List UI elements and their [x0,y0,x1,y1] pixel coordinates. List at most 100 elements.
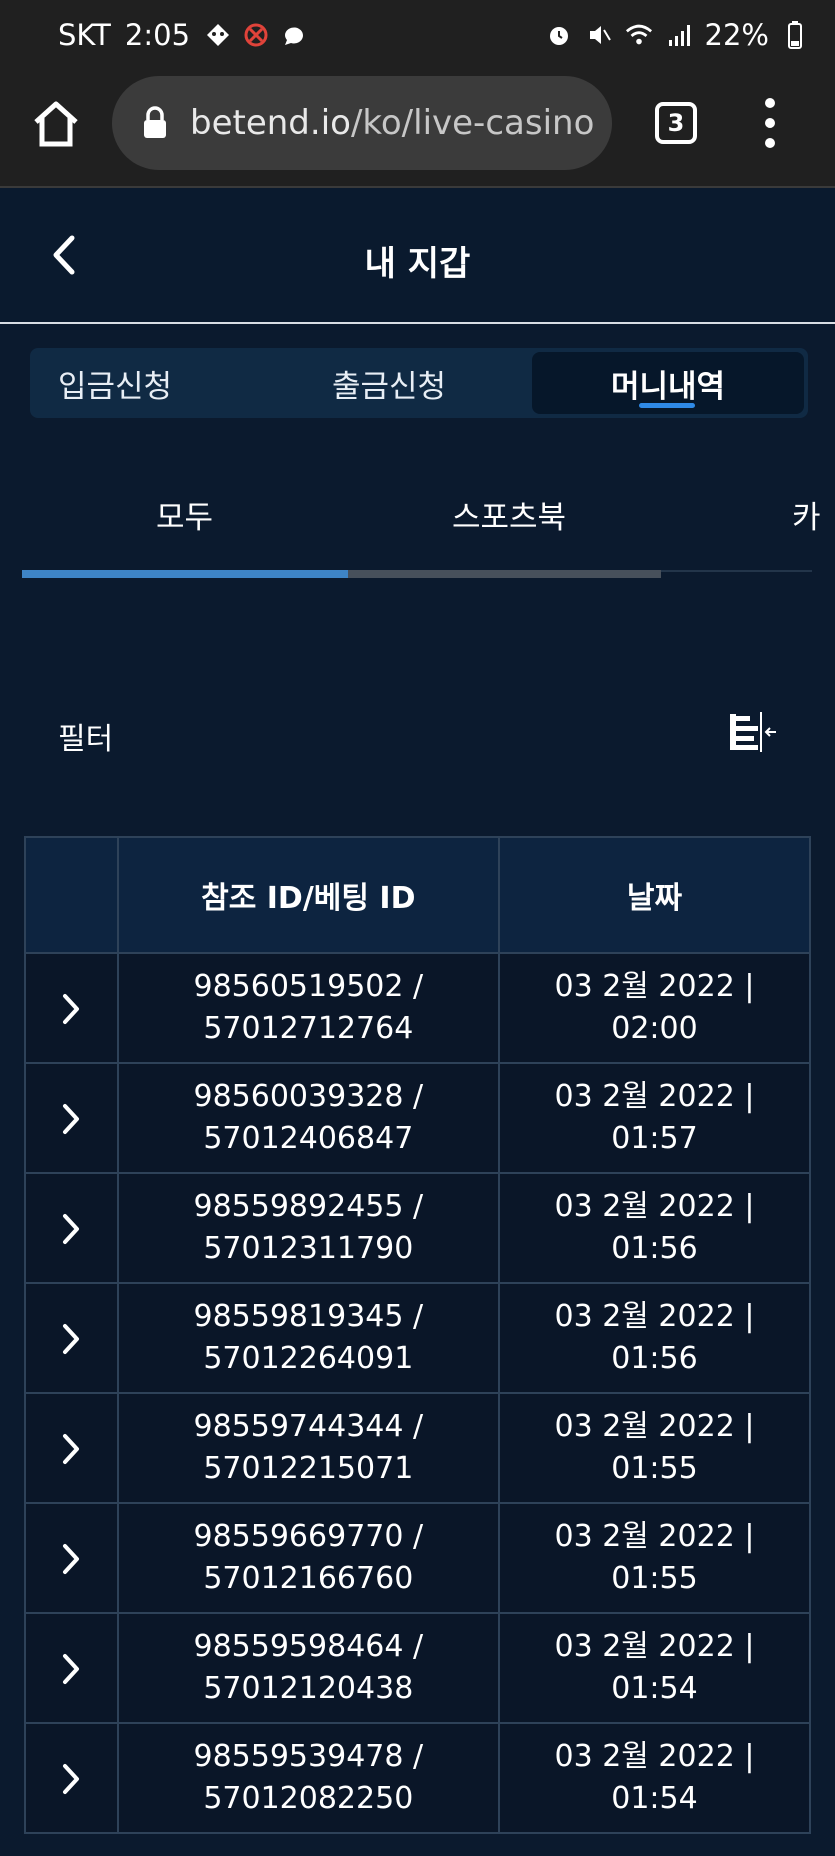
reference-id-cell: 98559669770 / 57012166760 [116,1502,500,1614]
expand-button[interactable] [24,1062,119,1174]
date: 03 2월 2022 | [554,1629,755,1664]
bet-id: 57012311790 [203,1231,414,1266]
table-row[interactable]: 98559598464 / 57012120438 03 2월 2022 | 01:… [24,1612,812,1724]
table-row[interactable]: 98559892455 / 57012311790 03 2월 2022 | 01:… [24,1172,812,1284]
url-path: /ko/live-casino [350,103,595,143]
date-cell: 03 2월 2022 | 02:00 [497,952,812,1064]
money-history-table: 참조 ID/베팅 ID 날짜 98560519502 / 57012712764 … [24,836,812,1834]
table-row[interactable]: 98559744344 / 57012215071 03 2월 2022 | 01:… [24,1392,812,1504]
wifi-icon [625,21,653,49]
date-cell: 03 2월 2022 | 01:54 [497,1722,812,1834]
reference-id-cell: 98559892455 / 57012311790 [116,1172,500,1284]
bet-id: 57012264091 [203,1341,414,1376]
subtab-all[interactable]: 모두 [156,492,213,537]
expand-button[interactable] [24,1392,119,1504]
tab-money-history-label: 머니내역 [610,368,726,405]
expand-button[interactable] [24,1722,119,1834]
signal-icon [665,21,693,49]
reference-id: 98560039328 / [193,1079,424,1114]
reference-id: 98559539478 / [193,1739,424,1774]
chevron-right-icon [63,1763,80,1794]
wallet-tabs: 입금신청 출금신청 머니내역 [30,348,808,418]
chevron-right-icon [63,1213,80,1244]
chat-icon [280,21,308,49]
bet-id: 57012082250 [203,1781,414,1816]
alarm-icon [545,21,573,49]
filter-label: 필터 [58,722,114,757]
expand-button[interactable] [24,1282,119,1394]
page-title: 내 지갑 [364,244,471,284]
filter-icon[interactable] [726,710,778,754]
more-vert-icon[interactable] [760,98,780,148]
time: 01:56 [611,1231,698,1266]
tab-count: 3 [667,109,685,137]
expand-button[interactable] [24,1612,119,1724]
tab-deposit[interactable]: 입금신청 [58,348,172,418]
time: 01:56 [611,1341,698,1376]
time: 01:55 [611,1561,698,1596]
mute-icon [585,21,613,49]
reference-id-cell: 98560039328 / 57012406847 [116,1062,500,1174]
table-row[interactable]: 98559539478 / 57012082250 03 2월 2022 | 01:… [24,1722,812,1834]
bet-id: 57012406847 [203,1121,414,1156]
time: 01:55 [611,1451,698,1486]
history-filter-tabs: 모두 스포츠북 카 [22,468,821,580]
url-bar[interactable]: betend.io/ko/live-casino [112,76,612,170]
tab-money-history[interactable]: 머니내역 [532,352,804,414]
battery-level: 22% [704,18,769,52]
reference-id-cell: 98559744344 / 57012215071 [116,1392,500,1504]
table-row[interactable]: 98560039328 / 57012406847 03 2월 2022 | 01:… [24,1062,812,1174]
expand-button[interactable] [24,1502,119,1614]
subtab-active-indicator [22,570,348,578]
chevron-right-icon [63,1543,80,1574]
status-right: 22% [545,18,809,52]
game-icon [204,21,232,49]
date-cell: 03 2월 2022 | 01:56 [497,1282,812,1394]
date: 03 2월 2022 | [554,1079,755,1114]
table-row[interactable]: 98559819345 / 57012264091 03 2월 2022 | 01:… [24,1282,812,1394]
chevron-right-icon [63,1433,80,1464]
time: 01:54 [611,1671,698,1706]
header-reference-id: 참조 ID/베팅 ID [116,836,500,954]
reference-id: 98559744344 / [193,1409,424,1444]
active-tab-indicator [639,403,695,408]
date-cell: 03 2월 2022 | 01:54 [497,1612,812,1724]
battery-icon [781,21,809,49]
table-header-row: 참조 ID/베팅 ID 날짜 [24,836,812,954]
bet-id: 57012120438 [203,1671,414,1706]
header-date: 날짜 [497,836,812,954]
expand-button[interactable] [24,1172,119,1284]
table-row[interactable]: 98559669770 / 57012166760 03 2월 2022 | 01:… [24,1502,812,1614]
bet-id: 57012215071 [203,1451,414,1486]
reference-id-cell: 98559598464 / 57012120438 [116,1612,500,1724]
browser-toolbar: betend.io/ko/live-casino 3 [0,72,835,188]
page-header: 내 지갑 [0,188,835,324]
date: 03 2월 2022 | [554,1189,755,1224]
status-left: SKT 2:05 [58,18,308,52]
bet-id: 57012166760 [203,1561,414,1596]
status-bar: SKT 2:05 22% [0,0,835,72]
table-row[interactable]: 98560519502 / 57012712764 03 2월 2022 | 02:… [24,952,812,1064]
tabs-icon[interactable]: 3 [655,102,697,144]
reference-id-cell: 98559819345 / 57012264091 [116,1282,500,1394]
date-cell: 03 2월 2022 | 01:55 [497,1392,812,1504]
reference-id: 98559669770 / [193,1519,424,1554]
bet-id: 57012712764 [203,1011,414,1046]
home-icon[interactable] [30,98,82,150]
reference-id: 98559598464 / [193,1629,424,1664]
clock: 2:05 [124,18,191,52]
tab-withdraw[interactable]: 출금신청 [332,348,446,418]
chevron-right-icon [63,993,80,1024]
chevron-right-icon [63,1653,80,1684]
chevron-right-icon [63,1323,80,1354]
expand-button[interactable] [24,952,119,1064]
date-cell: 03 2월 2022 | 01:56 [497,1172,812,1284]
date: 03 2월 2022 | [554,969,755,1004]
url-domain: betend.io [190,103,351,143]
subtab-sportsbook[interactable]: 스포츠북 [452,492,566,537]
date: 03 2월 2022 | [554,1739,755,1774]
subtab-casino[interactable]: 카 [792,492,821,537]
reference-id: 98560519502 / [193,969,424,1004]
reference-id: 98559892455 / [193,1189,424,1224]
reference-id-cell: 98560519502 / 57012712764 [116,952,500,1064]
